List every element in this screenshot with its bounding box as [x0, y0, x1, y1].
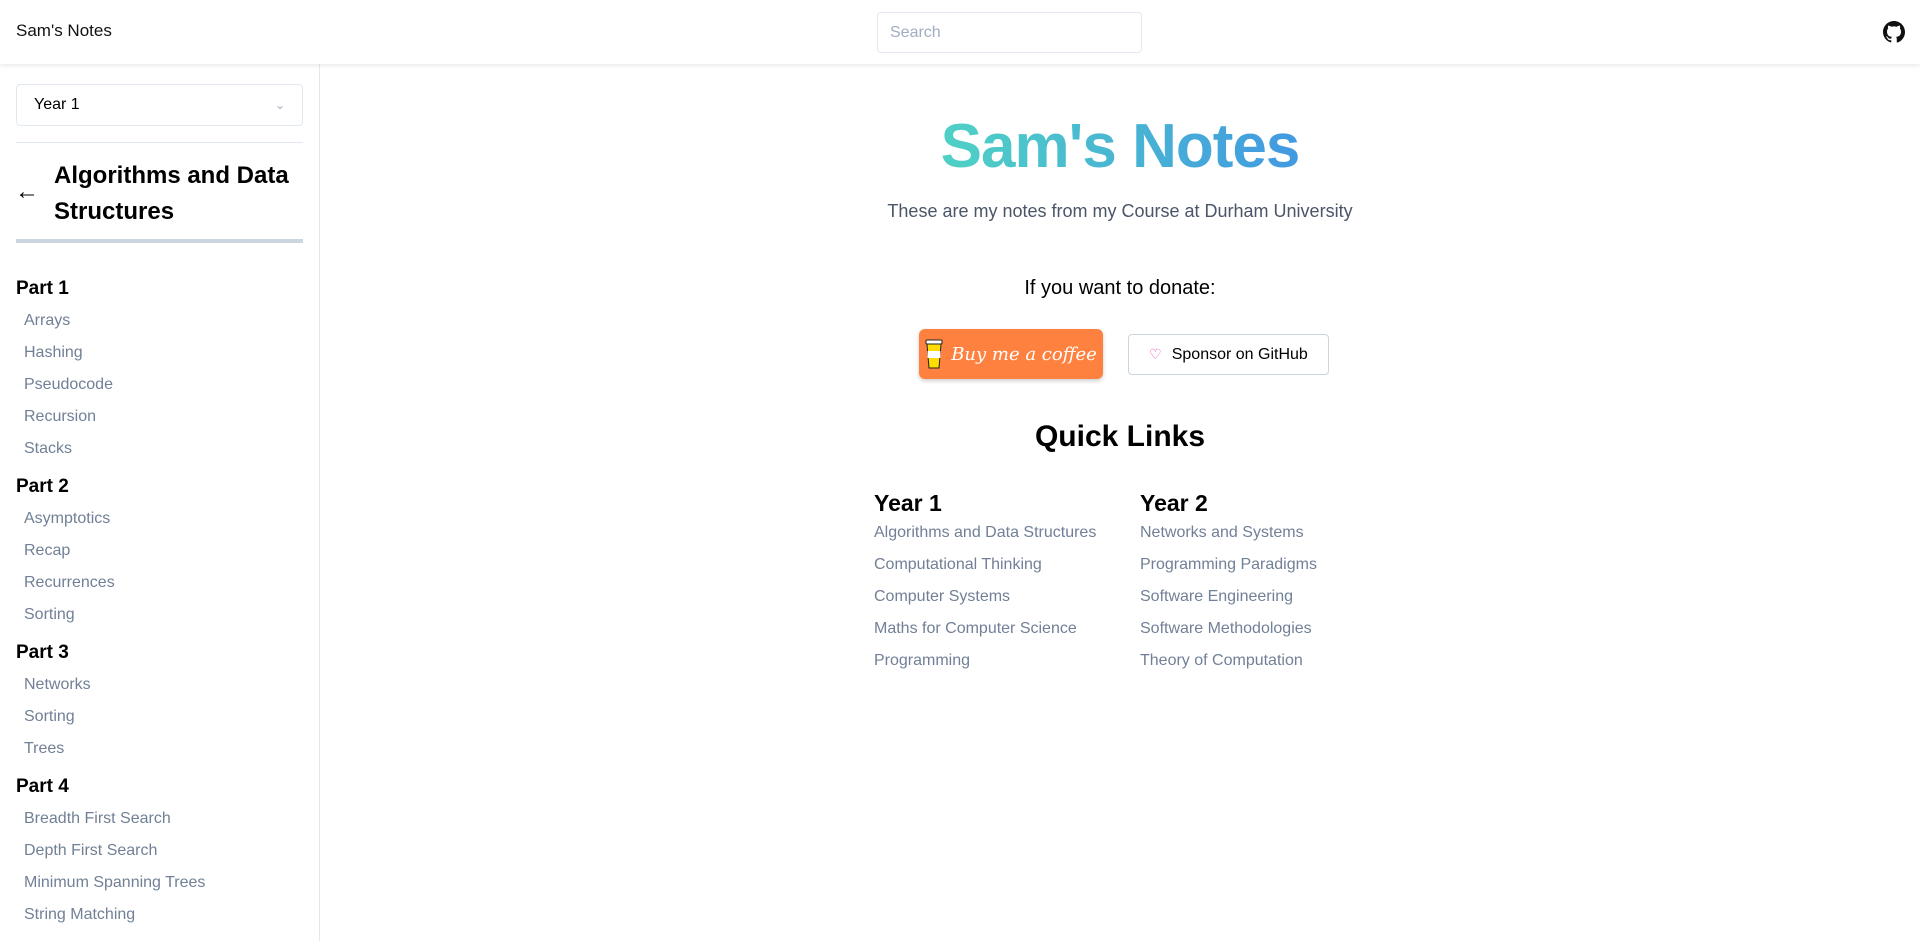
quick-link[interactable]: Computational Thinking — [874, 553, 1104, 577]
quick-link[interactable]: Theory of Computation — [1140, 649, 1370, 673]
quick-link[interactable]: Software Methodologies — [1140, 617, 1370, 641]
main-content: Sam's Notes These are my notes from my C… — [320, 64, 1920, 941]
quick-links-year-2: Year 2 Networks and Systems Programming Pa… — [1140, 485, 1370, 681]
quick-link[interactable]: Programming — [874, 649, 1104, 673]
year-select-value: Year 1 — [34, 96, 80, 113]
github-icon[interactable] — [1883, 21, 1905, 43]
sidebar-link[interactable]: Recurrences — [16, 567, 306, 599]
quick-link[interactable]: Networks and Systems — [1140, 521, 1370, 545]
sidebar-link[interactable]: Trees — [16, 733, 306, 765]
quick-links-year-1: Year 1 Algorithms and Data Structures Comp… — [874, 485, 1104, 681]
page-title: Sam's Notes — [320, 104, 1920, 190]
coffee-cup-icon — [925, 339, 943, 369]
part-heading: Part 1 — [16, 278, 69, 299]
sidebar-part: Part 3 Networks Sorting Trees — [16, 637, 306, 765]
sidebar-part: Part 4 Breadth First Search Depth First Se… — [16, 771, 306, 931]
quick-links-title: Quick Links — [1034, 420, 1206, 453]
chevron-down-icon: ⌄ — [274, 98, 285, 112]
search-input[interactable] — [877, 12, 1142, 53]
sidebar-link[interactable]: Minimum Spanning Trees — [16, 867, 306, 899]
title-underline — [16, 239, 303, 243]
site-brand[interactable]: Sam's Notes — [16, 21, 112, 41]
sidebar-part: Part 2 Asymptotics Recap Recurrences Sorting — [16, 471, 306, 631]
part-heading: Part 4 — [16, 776, 69, 797]
coffee-button-label: Buy me a coffee — [951, 343, 1097, 365]
sidebar-link[interactable]: Sorting — [16, 599, 306, 631]
sidebar-link[interactable]: Sorting — [16, 701, 306, 733]
part-heading: Part 3 — [16, 642, 69, 663]
page-title-text: Sam's Notes — [940, 112, 1301, 181]
sidebar-link[interactable]: Recap — [16, 535, 306, 567]
part-heading: Part 2 — [16, 476, 69, 497]
quick-link[interactable]: Maths for Computer Science — [874, 617, 1104, 641]
sidebar-link[interactable]: Recursion — [16, 401, 306, 433]
sidebar-link[interactable]: Stacks — [16, 433, 306, 465]
sidebar-parts: Part 1 Arrays Hashing Pseudocode Recursion St… — [16, 267, 306, 931]
year-select[interactable]: Year 1 ⌄ — [16, 84, 303, 126]
sponsor-github-button[interactable]: ♡ Sponsor on GitHub — [1128, 334, 1329, 375]
quick-link[interactable]: Algorithms and Data Structures — [874, 521, 1104, 545]
quick-link[interactable]: Computer Systems — [874, 585, 1104, 609]
sidebar-link[interactable]: Arrays — [16, 305, 306, 337]
sidebar-link[interactable]: Depth First Search — [16, 835, 306, 867]
sponsor-button-label: Sponsor on GitHub — [1171, 345, 1308, 363]
sidebar: Year 1 ⌄ ← Algorithms and Data Structure… — [0, 64, 320, 941]
sidebar-link[interactable]: Asymptotics — [16, 503, 306, 535]
quick-link[interactable]: Programming Paradigms — [1140, 553, 1370, 577]
page-subtitle: These are my notes from my Course at Dur… — [887, 201, 1353, 221]
buy-me-a-coffee-button[interactable]: Buy me a coffee — [919, 329, 1103, 379]
sidebar-link[interactable]: String Matching — [16, 899, 306, 931]
donate-label: If you want to donate: — [1024, 277, 1216, 299]
sidebar-link[interactable]: Hashing — [16, 337, 306, 369]
top-navbar: Sam's Notes — [0, 0, 1920, 64]
quick-link[interactable]: Software Engineering — [1140, 585, 1370, 609]
sidebar-link[interactable]: Pseudocode — [16, 369, 306, 401]
column-heading: Year 1 — [874, 490, 942, 516]
back-arrow-icon[interactable]: ← — [15, 178, 39, 206]
heart-icon: ♡ — [1149, 346, 1162, 362]
sidebar-part: Part 1 Arrays Hashing Pseudocode Recursion St… — [16, 273, 306, 465]
sidebar-link[interactable]: Networks — [16, 669, 306, 701]
course-title: Algorithms and Data Structures — [54, 162, 289, 225]
column-heading: Year 2 — [1140, 490, 1208, 516]
sidebar-link[interactable]: Breadth First Search — [16, 803, 306, 835]
divider — [16, 142, 303, 143]
